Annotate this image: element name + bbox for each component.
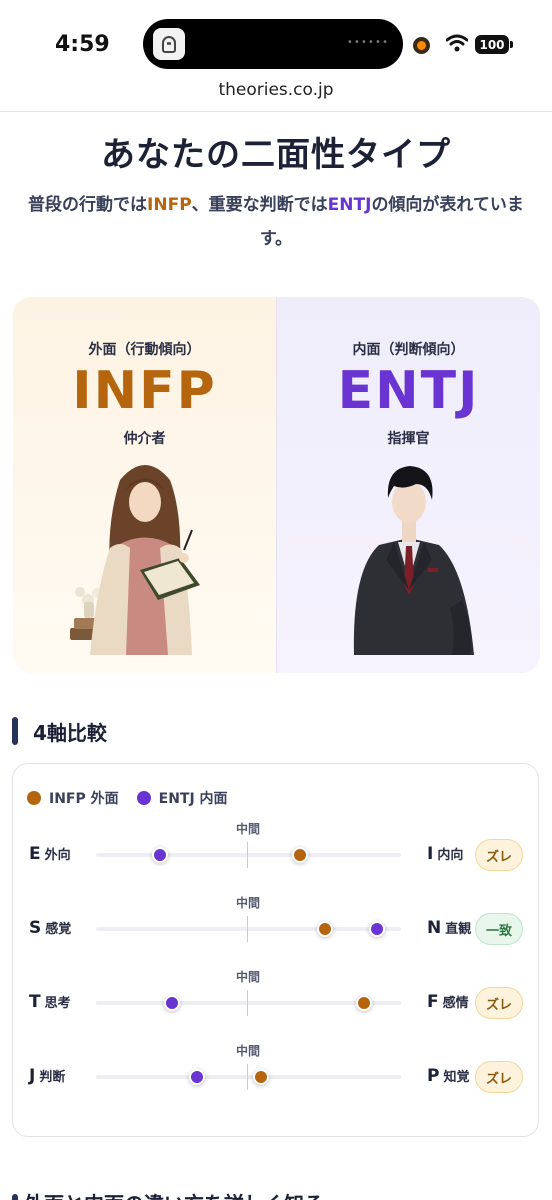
axis-mid-label: 中間 bbox=[235, 1044, 260, 1058]
legend-inner-dot-icon bbox=[136, 791, 151, 805]
section-accent-bar bbox=[12, 1193, 18, 1200]
axis-left-letter: T bbox=[29, 992, 41, 1012]
axis-outer-marker bbox=[316, 921, 333, 937]
axes-title: 4軸比較 bbox=[33, 720, 107, 745]
axis-center-line bbox=[247, 916, 248, 942]
axis-match-badge: ズレ bbox=[475, 1061, 523, 1093]
legend-outer-dot-icon bbox=[27, 791, 41, 805]
lead-outer-type: INFP bbox=[147, 195, 192, 215]
inner-type-label: 内面（判断傾向） bbox=[352, 342, 465, 358]
inner-type-name: 指揮官 bbox=[387, 431, 430, 447]
axis-left-word: 判断 bbox=[39, 1070, 66, 1085]
outer-type-name: 仲介者 bbox=[123, 431, 166, 447]
axis-row: 中間 S 感覚 N 直観 一致 bbox=[13, 894, 538, 954]
axis-panel: INFP 外面 ENTJ 内面 中間 E 外向 I 内向 ズレ 中間 S 感覚 N 直観 一致 中間 T 思… bbox=[12, 763, 539, 1137]
next-section-title: 外面と内面の違い方を詳しく知る bbox=[24, 1192, 324, 1200]
axis-right-letter: F bbox=[427, 992, 439, 1012]
inner-type-code: ENTJ bbox=[337, 361, 480, 421]
axis-outer-marker bbox=[252, 1069, 269, 1085]
legend-inner-label: ENTJ 内面 bbox=[158, 791, 228, 807]
axis-center-line bbox=[247, 990, 248, 1016]
axis-mid-label: 中間 bbox=[235, 896, 260, 910]
axis-row: 中間 E 外向 I 内向 ズレ bbox=[13, 820, 538, 880]
axis-right-pole: F 感情 bbox=[427, 992, 469, 1012]
axis-outer-marker bbox=[356, 995, 373, 1011]
axis-right-pole: P 知覚 bbox=[427, 1066, 469, 1086]
lead-inner-type: ENTJ bbox=[327, 195, 372, 215]
axis-row: 中間 T 思考 F 感情 ズレ bbox=[13, 968, 538, 1028]
axis-right-word: 内向 bbox=[437, 848, 464, 863]
record-icon bbox=[413, 37, 430, 54]
island-indicator: •••••• bbox=[346, 37, 389, 48]
axis-outer-marker bbox=[292, 847, 309, 863]
status-bar: 4:59 •••••• 100 bbox=[0, 0, 552, 80]
axis-right-word: 直観 bbox=[445, 922, 472, 937]
outer-type-code: INFP bbox=[72, 361, 217, 421]
legend-outer-label: INFP 外面 bbox=[49, 791, 119, 807]
axis-left-letter: J bbox=[29, 1066, 36, 1086]
axis-inner-marker bbox=[368, 921, 385, 937]
page-title: あなたの二面性タイプ bbox=[101, 135, 451, 175]
axis-right-word: 知覚 bbox=[443, 1070, 470, 1085]
section-accent-bar bbox=[12, 717, 18, 745]
axis-left-pole: J 判断 bbox=[29, 1066, 65, 1086]
legend: INFP 外面 ENTJ 内面 bbox=[27, 788, 246, 808]
axis-row: 中間 J 判断 P 知覚 ズレ bbox=[13, 1042, 538, 1102]
axis-left-pole: E 外向 bbox=[29, 844, 71, 864]
axis-right-pole: N 直観 bbox=[427, 918, 471, 938]
axis-inner-marker bbox=[164, 995, 181, 1011]
axis-left-pole: T 思考 bbox=[29, 992, 71, 1012]
dynamic-island: •••••• bbox=[143, 19, 403, 69]
inner-type-card[interactable]: 内面（判断傾向） ENTJ 指揮官 bbox=[276, 297, 540, 673]
axis-inner-marker bbox=[188, 1069, 205, 1085]
axis-mid-label: 中間 bbox=[235, 970, 260, 984]
axis-left-word: 感覚 bbox=[45, 922, 72, 937]
axis-inner-marker bbox=[152, 847, 169, 863]
axis-left-word: 思考 bbox=[44, 996, 71, 1011]
wifi-icon bbox=[446, 34, 468, 52]
axis-right-letter: I bbox=[427, 844, 434, 864]
axis-match-badge: ズレ bbox=[475, 987, 523, 1019]
axis-left-pole: S 感覚 bbox=[29, 918, 71, 938]
lead-part: 普段の行動では bbox=[28, 195, 148, 215]
axis-mid-label: 中間 bbox=[235, 822, 260, 836]
axis-track bbox=[96, 927, 401, 931]
axis-left-letter: E bbox=[29, 844, 41, 864]
axis-right-letter: N bbox=[427, 918, 442, 938]
axis-left-letter: S bbox=[29, 918, 42, 938]
axis-track bbox=[96, 853, 401, 857]
clock: 4:59 bbox=[55, 32, 110, 57]
legend-item-inner: ENTJ 内面 bbox=[136, 788, 228, 808]
legend-item-outer: INFP 外面 bbox=[27, 788, 119, 808]
axis-center-line bbox=[247, 1064, 248, 1090]
axis-right-pole: I 内向 bbox=[427, 844, 463, 864]
battery-icon: 100 bbox=[475, 35, 513, 54]
type-cards: 外面（行動傾向） INFP 仲介者 内面（判断傾向） ENTJ 指揮官 bbox=[13, 297, 540, 673]
axis-right-word: 感情 bbox=[442, 996, 469, 1011]
axis-center-line bbox=[247, 842, 248, 868]
reading-woman-illustration bbox=[69, 465, 200, 655]
lead-text: 普段の行動ではINFP、重要な判断ではENTJの傾向が表れています。 bbox=[24, 188, 528, 256]
outer-type-label: 外面（行動傾向） bbox=[88, 342, 201, 358]
axis-match-badge: 一致 bbox=[475, 913, 523, 945]
suited-man-illustration bbox=[353, 466, 474, 655]
axis-right-letter: P bbox=[427, 1066, 440, 1086]
axis-left-word: 外向 bbox=[44, 848, 71, 863]
axis-match-badge: ズレ bbox=[475, 839, 523, 871]
next-section-heading: 外面と内面の違い方を詳しく知る bbox=[12, 1188, 324, 1200]
axes-heading: 4軸比較 bbox=[12, 716, 107, 746]
lead-part: 、重要な判断では bbox=[191, 195, 328, 215]
app-icon[interactable] bbox=[153, 28, 185, 60]
outer-type-card[interactable]: 外面（行動傾向） INFP 仲介者 bbox=[13, 297, 276, 673]
url-bar[interactable]: theories.co.jp bbox=[0, 80, 552, 112]
axis-track bbox=[96, 1001, 401, 1005]
axis-track bbox=[96, 1075, 401, 1079]
